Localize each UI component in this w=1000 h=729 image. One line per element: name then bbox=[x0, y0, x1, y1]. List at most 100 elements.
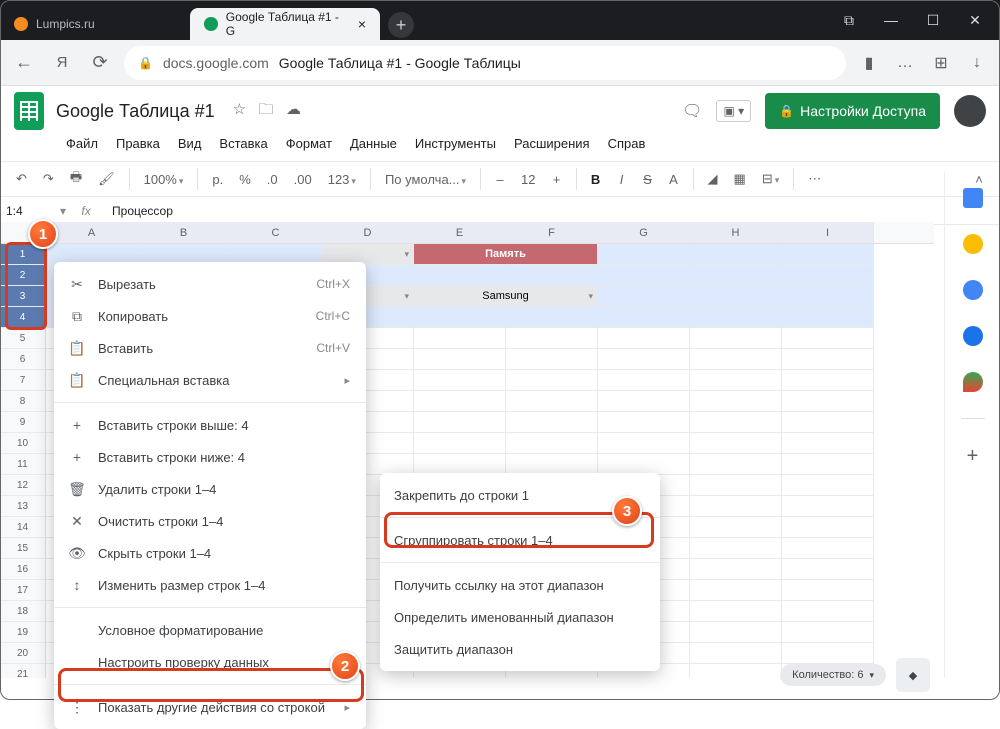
maps-icon[interactable] bbox=[963, 372, 983, 392]
cell[interactable] bbox=[414, 328, 506, 349]
avatar[interactable] bbox=[954, 95, 986, 127]
row-header[interactable]: 2 bbox=[0, 265, 46, 286]
tab-inactive[interactable]: Lumpics.ru bbox=[0, 8, 190, 40]
menu-file[interactable]: Файл bbox=[58, 132, 106, 155]
col-G[interactable]: G bbox=[598, 222, 690, 243]
cell[interactable] bbox=[506, 433, 598, 454]
mi-paste-special[interactable]: 📋Специальная вставка▸ bbox=[54, 364, 366, 396]
cell[interactable] bbox=[782, 538, 874, 559]
redo-button[interactable]: ↷ bbox=[37, 167, 60, 191]
mi-named-range[interactable]: Определить именованный диапазон bbox=[380, 601, 660, 633]
cell[interactable] bbox=[782, 412, 874, 433]
mi-hide-rows[interactable]: 👁Скрыть строки 1–4 bbox=[54, 537, 366, 569]
cell[interactable] bbox=[414, 391, 506, 412]
cell[interactable] bbox=[598, 286, 690, 307]
cell[interactable] bbox=[782, 286, 874, 307]
row-header[interactable]: 21 bbox=[0, 664, 46, 678]
cell[interactable] bbox=[690, 622, 782, 643]
col-B[interactable]: B bbox=[138, 222, 230, 243]
menu-help[interactable]: Справ bbox=[600, 132, 654, 155]
menu-format[interactable]: Формат bbox=[278, 132, 340, 155]
cell[interactable] bbox=[414, 349, 506, 370]
extensions-icon[interactable]: ⊞ bbox=[928, 53, 954, 73]
cell[interactable] bbox=[598, 307, 690, 328]
col-C[interactable]: C bbox=[230, 222, 322, 243]
row-header[interactable]: 4 bbox=[0, 307, 46, 328]
explore-button[interactable]: ◆ bbox=[896, 658, 930, 692]
cell[interactable] bbox=[506, 328, 598, 349]
col-D[interactable]: D bbox=[322, 222, 414, 243]
cell[interactable] bbox=[690, 454, 782, 475]
cell[interactable] bbox=[690, 496, 782, 517]
bookmark-icon[interactable]: ▮ bbox=[856, 53, 882, 73]
present-icon[interactable]: ▣ ▾ bbox=[716, 100, 751, 122]
cell[interactable] bbox=[690, 475, 782, 496]
cell[interactable] bbox=[690, 559, 782, 580]
font-inc[interactable]: + bbox=[546, 168, 568, 191]
cell[interactable] bbox=[598, 412, 690, 433]
bold-button[interactable]: B bbox=[585, 168, 607, 191]
paint-format-button[interactable]: 🖌 bbox=[92, 167, 121, 191]
mi-data-validation[interactable]: Настроить проверку данных bbox=[54, 646, 366, 678]
mi-group-rows[interactable]: Сгруппировать строки 1–4 bbox=[380, 524, 660, 556]
close-icon[interactable]: × bbox=[358, 16, 366, 32]
mi-insert-above[interactable]: +Вставить строки выше: 4 bbox=[54, 409, 366, 441]
undo-button[interactable]: ↶ bbox=[10, 167, 33, 191]
cell[interactable] bbox=[414, 265, 506, 286]
cell[interactable] bbox=[690, 244, 782, 265]
row-header[interactable]: 6 bbox=[0, 349, 46, 370]
menu-edit[interactable]: Правка bbox=[108, 132, 168, 155]
fx-input[interactable]: Процессор bbox=[106, 204, 179, 218]
cell[interactable] bbox=[690, 433, 782, 454]
cell[interactable] bbox=[690, 412, 782, 433]
mi-resize-rows[interactable]: ↕Изменить размер строк 1–4 bbox=[54, 569, 366, 601]
cell[interactable] bbox=[690, 286, 782, 307]
cell[interactable] bbox=[414, 454, 506, 475]
count-pill[interactable]: Количество: 6▾ bbox=[780, 664, 886, 686]
cell[interactable] bbox=[782, 622, 874, 643]
cell[interactable] bbox=[690, 307, 782, 328]
cell[interactable] bbox=[690, 370, 782, 391]
cell[interactable] bbox=[782, 517, 874, 538]
cell[interactable] bbox=[506, 370, 598, 391]
row-header[interactable]: 14 bbox=[0, 517, 46, 538]
decrease-decimal-button[interactable]: .0 bbox=[261, 168, 284, 191]
row-header[interactable]: 20 bbox=[0, 643, 46, 664]
cell[interactable] bbox=[690, 664, 782, 678]
cell[interactable]: Samsung bbox=[414, 286, 598, 307]
col-I[interactable]: I bbox=[782, 222, 874, 243]
font-dec[interactable]: – bbox=[489, 168, 511, 191]
new-tab-button[interactable]: + bbox=[388, 12, 414, 38]
row-header[interactable]: 18 bbox=[0, 601, 46, 622]
more-formats-button[interactable]: 123▾ bbox=[322, 168, 362, 191]
name-box[interactable]: 1:4 bbox=[0, 204, 60, 218]
doc-name[interactable]: Google Таблица #1 bbox=[56, 101, 215, 122]
menu-data[interactable]: Данные bbox=[342, 132, 405, 155]
cell[interactable] bbox=[506, 265, 598, 286]
cell[interactable] bbox=[414, 433, 506, 454]
share-button[interactable]: 🔒 Настройки Доступа bbox=[765, 93, 940, 129]
cell[interactable] bbox=[598, 454, 690, 475]
currency-button[interactable]: p. bbox=[206, 168, 229, 191]
mi-delete-rows[interactable]: 🗑Удалить строки 1–4 bbox=[54, 473, 366, 505]
comments-icon[interactable]: 🗨 bbox=[682, 101, 702, 121]
row-header[interactable]: 9 bbox=[0, 412, 46, 433]
mi-get-link[interactable]: Получить ссылку на этот диапазон bbox=[380, 569, 660, 601]
minimize-icon[interactable]: ― bbox=[884, 12, 898, 29]
cell[interactable] bbox=[782, 391, 874, 412]
cell[interactable] bbox=[690, 538, 782, 559]
more-icon[interactable]: … bbox=[892, 54, 918, 72]
row-header[interactable]: 19 bbox=[0, 622, 46, 643]
row-header[interactable]: 17 bbox=[0, 580, 46, 601]
col-A[interactable]: A bbox=[46, 222, 138, 243]
cell[interactable] bbox=[690, 517, 782, 538]
cell[interactable] bbox=[598, 370, 690, 391]
print-button[interactable]: 🖶 bbox=[64, 164, 88, 194]
row-header[interactable]: 12 bbox=[0, 475, 46, 496]
mi-more-row-actions[interactable]: ⋮Показать другие действия со строкой▸ bbox=[54, 691, 366, 723]
mi-conditional-format[interactable]: Условное форматирование bbox=[54, 614, 366, 646]
cell[interactable] bbox=[782, 496, 874, 517]
row-header[interactable]: 8 bbox=[0, 391, 46, 412]
percent-button[interactable]: % bbox=[233, 168, 257, 191]
cell[interactable] bbox=[598, 265, 690, 286]
